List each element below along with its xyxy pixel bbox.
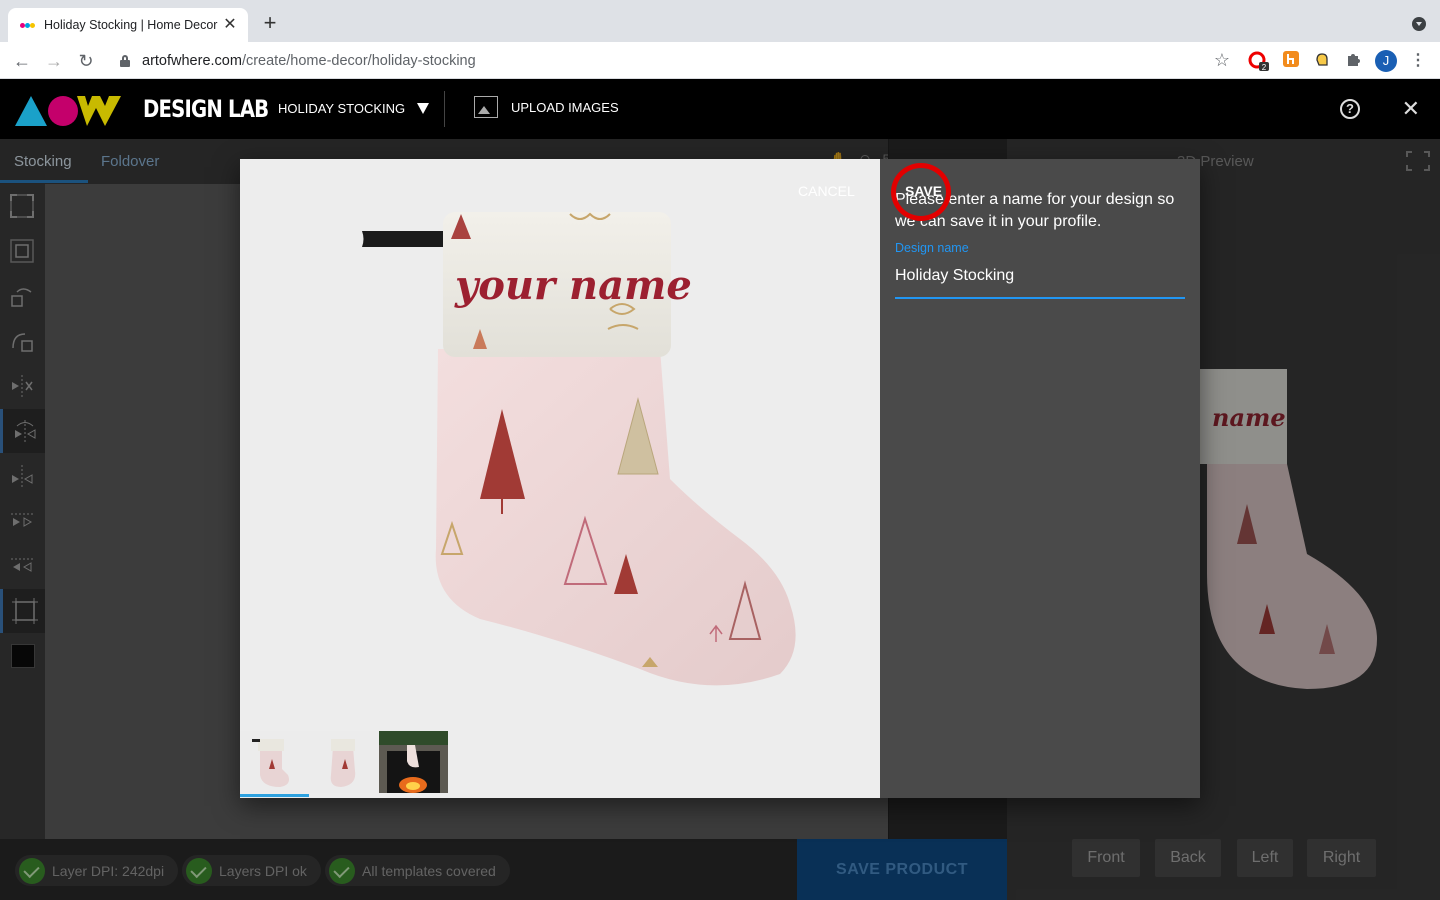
upload-images-button[interactable]: UPLOAD IMAGES (474, 96, 619, 118)
thumbnail-lifestyle[interactable] (379, 731, 448, 793)
browser-menu-icon[interactable]: ⋮ (1407, 50, 1429, 72)
brand-title: DESIGN LAB (143, 95, 269, 123)
site-favicon-icon (20, 17, 36, 33)
active-thumbnail-indicator (240, 794, 309, 797)
stocking-illustration: your name (362, 212, 796, 686)
product-preview-image: your name (240, 159, 880, 798)
caret-down-icon (417, 103, 430, 114)
aow-logo[interactable] (15, 95, 123, 127)
tab-close-icon[interactable]: ✕ (222, 17, 238, 33)
browser-tab[interactable]: Holiday Stocking | Home Decor ✕ (8, 8, 248, 42)
image-upload-icon (474, 96, 498, 118)
stocking-name-text: your name (454, 262, 692, 309)
extension-hand-icon[interactable] (1311, 50, 1333, 72)
lock-icon (120, 55, 130, 67)
extension-orange-icon[interactable] (1280, 50, 1302, 72)
new-tab-icon[interactable]: + (258, 12, 282, 34)
extensions-puzzle-icon[interactable] (1343, 50, 1365, 72)
forward-icon[interactable]: → (42, 49, 66, 73)
save-highlight-annotation (891, 163, 951, 221)
product-select[interactable]: HOLIDAY STOCKING (278, 101, 430, 116)
thumbnail-front[interactable] (240, 731, 309, 797)
browser-toolbar: ← → ↻ artofwhere.com/create/home-decor/h… (0, 42, 1440, 79)
thumbnail-angle[interactable] (309, 731, 378, 793)
cancel-button[interactable]: CANCEL (798, 183, 855, 199)
header-divider (444, 91, 445, 127)
app-header: DESIGN LAB HOLIDAY STOCKING UPLOAD IMAGE… (0, 79, 1440, 139)
bookmark-star-icon[interactable]: ☆ (1214, 50, 1230, 71)
close-icon[interactable]: ✕ (1402, 96, 1420, 122)
tab-title: Holiday Stocking | Home Decor (44, 18, 218, 32)
save-design-dialog: your name Please enter a name for your d… (240, 159, 1200, 798)
design-name-input[interactable] (895, 263, 1185, 299)
tab-search-icon[interactable] (1412, 17, 1426, 31)
help-icon[interactable]: ? (1340, 99, 1360, 119)
extension-red-icon[interactable]: 2 (1248, 50, 1270, 72)
reload-icon[interactable]: ↻ (74, 49, 98, 73)
url-text: artofwhere.com/create/home-decor/holiday… (142, 53, 476, 69)
upload-images-label: UPLOAD IMAGES (511, 99, 619, 115)
product-select-label: HOLIDAY STOCKING (278, 101, 406, 116)
browser-tabstrip: Holiday Stocking | Home Decor ✕ + (0, 0, 1440, 42)
save-form: Please enter a name for your design so w… (880, 159, 1200, 798)
design-name-label: Design name (895, 241, 969, 255)
back-icon[interactable]: ← (10, 49, 34, 73)
profile-avatar[interactable]: J (1375, 50, 1397, 72)
svg-text:2: 2 (1262, 63, 1267, 72)
image-thumbnails (240, 731, 880, 798)
address-bar[interactable]: artofwhere.com/create/home-decor/holiday… (108, 46, 1240, 76)
